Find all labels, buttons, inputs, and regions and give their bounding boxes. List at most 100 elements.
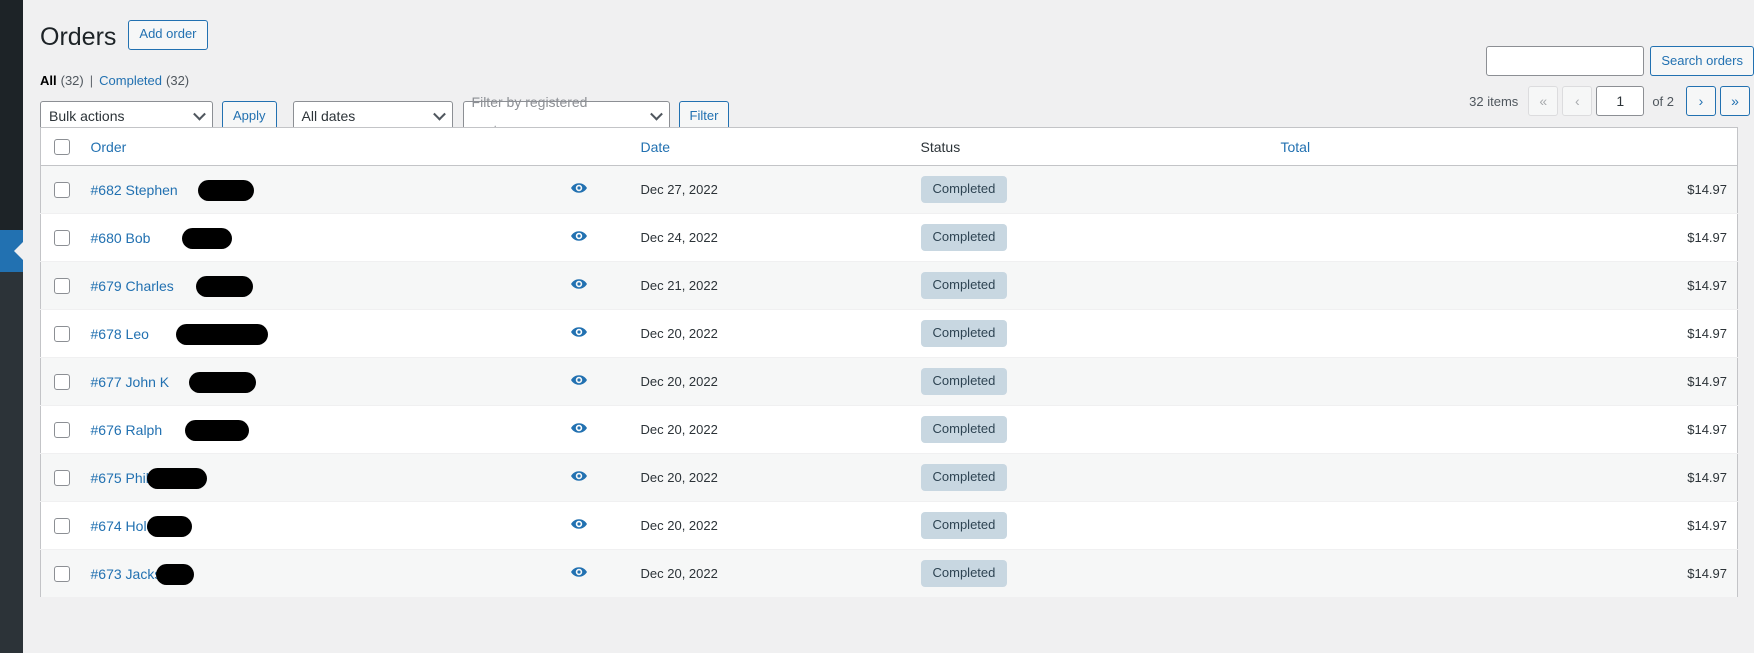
last-page-button[interactable]: » — [1720, 86, 1750, 116]
row-checkbox[interactable] — [54, 181, 70, 198]
eye-icon[interactable] — [570, 278, 587, 290]
table-row: #675 Phillips Dec 20, 2022 Completed $14.97 — [40, 453, 1738, 502]
select-all-checkbox[interactable] — [54, 139, 70, 156]
column-header-total[interactable]: Total — [1270, 127, 1738, 166]
apply-button[interactable]: Apply — [222, 100, 277, 131]
order-cell: #678 Leo — [81, 310, 561, 358]
bulk-actions-select[interactable]: Bulk actions — [40, 100, 213, 131]
preview-cell — [561, 310, 631, 358]
preview-cell — [561, 550, 631, 598]
order-status-cell: Completed — [911, 310, 1271, 358]
column-header-date[interactable]: Date — [630, 127, 911, 166]
filters-group: All dates Filter by registered customer … — [285, 94, 730, 138]
row-select-cell — [41, 214, 81, 262]
row-checkbox[interactable] — [54, 325, 70, 342]
eye-icon[interactable] — [570, 518, 587, 530]
preview-cell — [561, 214, 631, 262]
row-checkbox[interactable] — [54, 517, 70, 534]
row-select-cell — [41, 406, 81, 454]
bulk-actions-value: Bulk actions — [49, 107, 125, 124]
row-checkbox[interactable] — [54, 469, 70, 486]
table-header-row: Order Date Status Total — [40, 127, 1738, 166]
row-select-cell — [41, 502, 81, 550]
table-row: #673 Jackson Dec 20, 2022 Completed $14.97 — [40, 549, 1738, 598]
view-all-count: (32) — [60, 72, 84, 88]
views-separator: | — [89, 72, 94, 88]
eye-icon[interactable] — [570, 374, 587, 386]
eye-icon[interactable] — [570, 470, 587, 482]
row-checkbox[interactable] — [54, 229, 70, 246]
next-page-button[interactable]: › — [1686, 86, 1716, 116]
view-completed[interactable]: Completed (32) — [99, 68, 189, 94]
row-checkbox[interactable] — [54, 373, 70, 390]
eye-icon[interactable] — [570, 566, 587, 578]
order-cell: #676 Ralph — [81, 406, 561, 454]
order-link[interactable]: #682 Stephen — [90, 179, 254, 201]
preview-cell — [561, 406, 631, 454]
row-checkbox[interactable] — [54, 565, 70, 582]
current-page-input[interactable] — [1596, 86, 1645, 116]
column-header-date-link[interactable]: Date — [641, 139, 671, 155]
order-link[interactable]: #680 Bob — [91, 227, 232, 249]
order-link[interactable]: #673 Jackson — [90, 563, 194, 585]
eye-icon[interactable] — [570, 422, 587, 434]
order-number: #673 — [90, 565, 122, 582]
row-select-cell — [41, 358, 81, 406]
customer-name: John K — [126, 371, 256, 393]
first-page-button[interactable]: « — [1528, 86, 1559, 116]
table-row: #677 John K Dec 20, 2022 Completed $14.97 — [40, 357, 1738, 406]
order-status-cell: Completed — [911, 502, 1271, 550]
prev-page-button[interactable]: ‹ — [1562, 86, 1593, 116]
eye-icon[interactable] — [570, 230, 587, 242]
chevron-down-icon — [432, 107, 446, 121]
redaction-bar — [175, 323, 268, 345]
date-filter-select[interactable]: All dates — [292, 100, 453, 131]
content-wrap: Orders Add order All (32) | Completed (3… — [23, 0, 1754, 653]
view-all-label[interactable]: All — [40, 68, 57, 94]
order-link[interactable]: #676 Ralph — [90, 419, 249, 441]
eye-icon[interactable] — [570, 182, 587, 194]
view-all[interactable]: All (32) — [40, 68, 84, 94]
order-link[interactable]: #679 Charles — [91, 275, 253, 297]
status-badge: Completed — [920, 176, 1008, 203]
order-status-cell: Completed — [911, 166, 1271, 214]
preview-cell — [561, 502, 631, 550]
order-number: #682 — [90, 181, 122, 198]
customer-name: Stephen — [126, 179, 254, 201]
order-number: #675 — [90, 469, 122, 486]
order-link[interactable]: #678 Leo — [90, 323, 268, 345]
order-link[interactable]: #674 Holcomb — [90, 515, 192, 537]
customer-filter-select[interactable]: Filter by registered customer — [462, 94, 670, 138]
order-total: $14.97 — [1687, 566, 1727, 581]
filter-button[interactable]: Filter — [678, 100, 730, 131]
row-checkbox[interactable] — [54, 277, 70, 294]
column-header-total-link[interactable]: Total — [1281, 139, 1311, 155]
search-input[interactable] — [1486, 46, 1645, 76]
order-number: #678 — [90, 325, 122, 342]
table-row: #676 Ralph Dec 20, 2022 Completed $14.97 — [40, 406, 1738, 454]
search-orders-button[interactable]: Search orders — [1650, 46, 1754, 76]
order-link[interactable]: #675 Phillips — [90, 467, 207, 489]
order-date: Dec 20, 2022 — [640, 422, 718, 437]
customer-name: Jackson — [126, 563, 194, 585]
status-badge: Completed — [920, 512, 1008, 539]
items-count: 32 items — [1469, 93, 1519, 109]
order-date: Dec 24, 2022 — [640, 230, 718, 245]
chevron-down-icon — [649, 107, 663, 121]
order-status-cell: Completed — [911, 550, 1271, 598]
order-number: #674 — [90, 517, 122, 534]
eye-icon[interactable] — [570, 326, 587, 338]
status-badge: Completed — [920, 272, 1008, 299]
table-nav-left: Bulk actions Apply All dates Filter by r… — [40, 94, 737, 138]
column-header-order[interactable]: Order — [80, 127, 561, 166]
order-link[interactable]: #677 John K — [91, 371, 256, 393]
order-cell: #679 Charles — [81, 262, 561, 310]
order-date: Dec 20, 2022 — [640, 326, 718, 341]
add-order-button[interactable]: Add order — [128, 19, 208, 50]
row-checkbox[interactable] — [54, 421, 70, 438]
order-total: $14.97 — [1687, 182, 1727, 197]
column-header-order-link[interactable]: Order — [91, 139, 127, 155]
order-number: #676 — [90, 421, 122, 438]
column-header-status: Status — [910, 127, 1271, 166]
view-completed-label[interactable]: Completed — [99, 68, 162, 94]
